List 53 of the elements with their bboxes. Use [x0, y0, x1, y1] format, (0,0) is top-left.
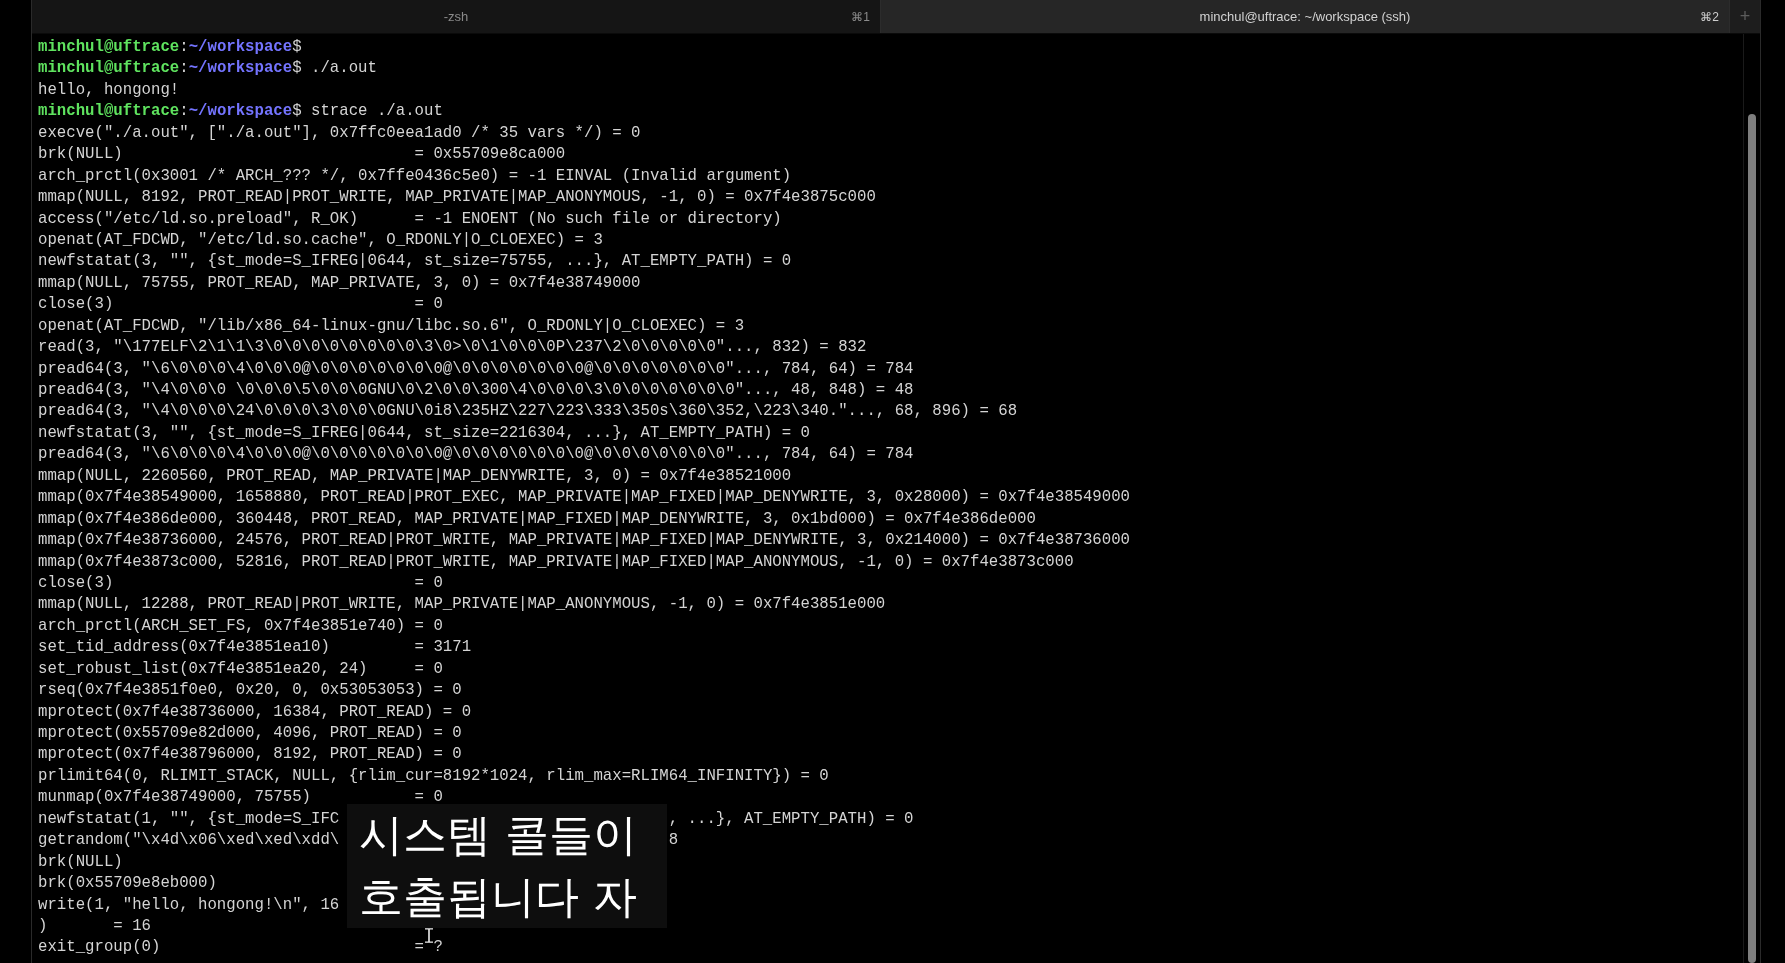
terminal-line: 8: [668, 830, 679, 852]
terminal-line: arch_prctl(ARCH_SET_FS, 0x7f4e3851e740) = 0: [38, 615, 443, 637]
terminal-line: pread64(3, "\6\0\0\0\4\0\0\0@\0\0\0\0\0\0\0@\0\0\0\0\0\0\0@\0\0\0\0\0\0\0"..., 784, 64) = 784: [38, 444, 914, 466]
terminal-line: ) = 16: [38, 915, 151, 937]
terminal-line: , ...}, AT_EMPTY_PATH) = 0: [668, 808, 914, 830]
terminal-line: mmap(0x7f4e38549000, 1658880, PROT_READ|PROT_EXEC, MAP_PRIVATE|MAP_FIXED|MAP_DENYWRITE, 3, 0x28000) = 0x7f4e38549000: [38, 487, 1131, 509]
terminal-line: mmap(NULL, 75755, PROT_READ, MAP_PRIVATE, 3, 0) = 0x7f4e38749000: [38, 272, 641, 294]
terminal-line: minchul@uftrace:~/workspace$ ./a.out: [38, 58, 377, 80]
terminal-line: mmap(0x7f4e386de000, 360448, PROT_READ, MAP_PRIVATE|MAP_FIXED|MAP_DENYWRITE, 3, 0x1bd000) = 0x7f4e386de000: [38, 508, 1036, 530]
terminal-line: exit_group(0) = ?: [38, 937, 443, 959]
terminal-line: mmap(0x7f4e3873c000, 52816, PROT_READ|PROT_WRITE, MAP_PRIVATE|MAP_FIXED|MAP_ANONYMOUS, -1, 0) = 0x7f4e3873c000: [38, 551, 1074, 573]
terminal-line: openat(AT_FDCWD, "/etc/ld.so.cache", O_RDONLY|O_CLOEXEC) = 3: [38, 229, 603, 251]
terminal-line: execve("./a.out", ["./a.out"], 0x7ffc0eea1ad0 /* 35 vars */) = 0: [38, 122, 641, 144]
terminal-line: minchul@uftrace:~/workspace$ strace ./a.out: [38, 101, 443, 123]
terminal-line: read(3, "\177ELF\2\1\1\3\0\0\0\0\0\0\0\0\3\0>\0\1\0\0\0P\237\2\0\0\0\0\0"..., 832) = 832: [38, 337, 867, 359]
terminal-tab[interactable]: minchul@uftrace: ~/workspace (ssh) ⌘2: [881, 0, 1730, 33]
terminal-line: pread64(3, "\4\0\0\0 \0\0\0\5\0\0\0GNU\0\2\0\0\300\4\0\0\0\3\0\0\0\0\0\0\0"..., 48, 848) = 48: [38, 380, 914, 401]
terminal-line: mmap(NULL, 2260560, PROT_READ, MAP_PRIVATE|MAP_DENYWRITE, 3, 0) = 0x7f4e38521000: [38, 465, 792, 487]
subtitle-line: 시스템 콜들이: [359, 808, 638, 862]
terminal-line: openat(AT_FDCWD, "/lib/x86_64-linux-gnu/libc.so.6", O_RDONLY|O_CLOEXEC) = 3: [38, 315, 745, 337]
terminal-line: arch_prctl(0x3001 /* ARCH_??? */, 0x7ffe0436c5e0) = -1 EINVAL (Invalid argument): [38, 165, 792, 187]
text-cursor-icon: [424, 928, 434, 943]
terminal-line: prlimit64(0, RLIMIT_STACK, NULL, {rlim_cur=8192*1024, rlim_max=RLIM64_INFINITY}) = 0: [38, 765, 829, 787]
terminal-line: newfstatat(1, "", {st_mode=S_IFC: [38, 808, 340, 830]
terminal-line: munmap(0x7f4e38749000, 75755) = 0: [38, 787, 443, 809]
terminal-line: hello, hongong!: [38, 79, 180, 101]
terminal-line: brk(0x55709e8eb000): [38, 873, 217, 895]
shortcut-label: ⌘1: [851, 9, 870, 24]
scrollbar-thumb[interactable]: [1748, 114, 1756, 963]
terminal-line: mprotect(0x7f4e38796000, 8192, PROT_READ) = 0: [38, 744, 462, 766]
terminal-line: minchul@uftrace:~/workspace$: [38, 37, 302, 58]
subtitle-line: 호출됩니다 자: [359, 870, 638, 924]
shortcut-label: ⌘2: [1700, 9, 1719, 24]
terminal-line: pread64(3, "\6\0\0\0\4\0\0\0@\0\0\0\0\0\0\0@\0\0\0\0\0\0\0@\0\0\0\0\0\0\0"..., 784, 64) = 784: [38, 358, 914, 380]
terminal-line: brk(NULL) = 0x55709e8ca000: [38, 144, 566, 166]
terminal-line: mprotect(0x55709e82d000, 4096, PROT_READ) = 0: [38, 723, 462, 744]
terminal-line: mprotect(0x7f4e38736000, 16384, PROT_READ) = 0: [38, 701, 472, 723]
terminal-line: getrandom("\x4d\x06\xed\xed\xdd\: [38, 830, 340, 852]
terminal-line: rseq(0x7f4e3851f0e0, 0x20, 0, 0x53053053) = 0: [38, 680, 462, 702]
terminal-tab[interactable]: -zsh ⌘1: [32, 0, 881, 33]
terminal-line: mmap(NULL, 8192, PROT_READ|PROT_WRITE, MAP_PRIVATE|MAP_ANONYMOUS, -1, 0) = 0x7f4e3875c000: [38, 187, 876, 209]
terminal-line: mmap(0x7f4e38736000, 24576, PROT_READ|PROT_WRITE, MAP_PRIVATE|MAP_FIXED|MAP_DENYWRITE, 3, 0x214000) = 0x7f4e38736000: [38, 530, 1131, 552]
terminal-line: pread64(3, "\4\0\0\0\24\0\0\0\3\0\0\0GNU\0i8\235HZ\227\223\333\350s\360\352,\223\340."..., 68, 896) = 68: [38, 401, 1018, 423]
terminal-line: close(3) = 0: [38, 294, 443, 316]
terminal-line: set_tid_address(0x7f4e3851ea10) = 3171: [38, 637, 472, 659]
terminal-line: newfstatat(3, "", {st_mode=S_IFREG|0644, st_size=2216304, ...}, AT_EMPTY_PATH) = 0: [38, 422, 810, 444]
terminal-line: newfstatat(3, "", {st_mode=S_IFREG|0644, st_size=75755, ...}, AT_EMPTY_PATH) = 0: [38, 251, 792, 273]
terminal-line: close(3) = 0: [38, 572, 443, 594]
terminal-line: set_robust_list(0x7f4e3851ea20, 24) = 0: [38, 658, 443, 680]
terminal-line: mmap(NULL, 12288, PROT_READ|PROT_WRITE, MAP_PRIVATE|MAP_ANONYMOUS, -1, 0) = 0x7f4e3851e000: [38, 594, 886, 616]
terminal-line: access("/etc/ld.so.preload", R_OK) = -1 ENOENT (No such file or directory): [38, 208, 782, 230]
terminal-line: write(1, "hello, hongong!\n", 16: [38, 894, 340, 916]
terminal-line: brk(NULL): [38, 851, 123, 873]
